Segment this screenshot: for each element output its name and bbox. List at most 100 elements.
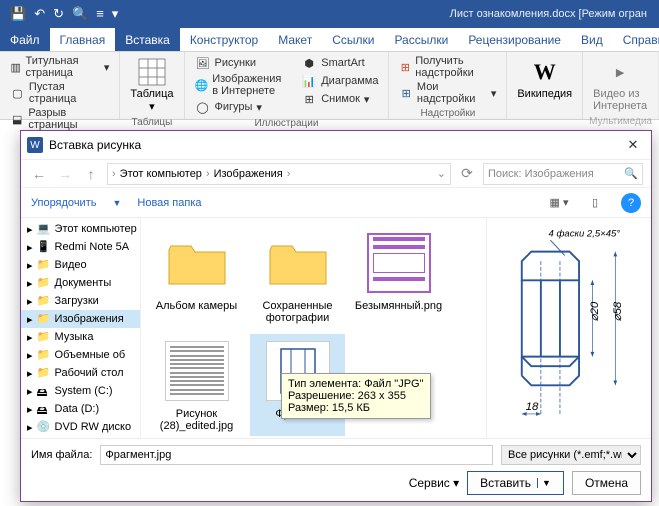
tree-item[interactable]: ▸📁Рабочий стол [21, 364, 140, 382]
tab-review[interactable]: Рецензирование [458, 28, 571, 51]
chevron-down-icon[interactable]: ▾ [112, 6, 119, 22]
group-label-addins: Надстройки [395, 106, 500, 121]
wikipedia-button[interactable]: WВикипедия [513, 54, 576, 115]
dialog-toolbar: Упорядочить▼ Новая папка ▦ ▾ ▯ ? [21, 187, 651, 217]
chevron-down-icon[interactable]: ⌄ [437, 167, 446, 180]
online-video-button[interactable]: ▶Видео из Интернета [589, 54, 651, 114]
screenshot-icon: ⊞ [301, 91, 317, 107]
file-tooltip: Тип элемента: Файл "JPG" Разрешение: 263… [281, 373, 431, 419]
tree-item[interactable]: ▸💿DVD RW диско [21, 418, 140, 436]
page-icon: ▥ [10, 59, 21, 75]
tree-item[interactable]: ▸📁Документы [21, 274, 140, 292]
svg-text:18: 18 [525, 401, 538, 413]
file-list: Альбом камерыСохраненные фотографииБезым… [141, 218, 486, 438]
blank-page-button[interactable]: ▢Пустая страница [6, 80, 113, 106]
chart-button[interactable]: 📊Диаграмма [297, 72, 382, 90]
tree-item[interactable]: ▸📁Музыка [21, 328, 140, 346]
tree-item[interactable]: ▸📁Изображения [21, 310, 140, 328]
file-item[interactable]: Рисунок (28)_edited.jpg [149, 334, 244, 436]
table-icon [136, 56, 168, 88]
tab-references[interactable]: Ссылки [322, 28, 384, 51]
title-bar: 💾 ↶ ↻ 🔍 ≡ ▾ Лист ознакомления.docx [Режи… [0, 0, 659, 28]
tree-item[interactable]: ▸💻Этот компьютер [21, 220, 140, 238]
get-addins-button[interactable]: ⊞Получить надстройки [395, 54, 500, 80]
store-icon: ⊞ [399, 59, 411, 75]
up-button[interactable]: ↑ [81, 164, 101, 184]
file-item[interactable]: Безымянный.png [351, 226, 446, 328]
breadcrumb[interactable]: › Этот компьютер › Изображения › ⌄ [107, 163, 451, 185]
smartart-icon: ⬢ [301, 55, 317, 71]
online-picture-icon: 🌐 [195, 77, 209, 93]
table-button[interactable]: Таблица ▾ [126, 54, 177, 115]
preview-icon[interactable]: 🔍 [72, 6, 88, 22]
group-label-tables: Таблицы [126, 115, 177, 130]
refresh-button[interactable]: ⟳ [457, 164, 477, 184]
tab-help[interactable]: Справка [613, 28, 659, 51]
tree-item[interactable]: ▸🖴System (C:) [21, 382, 140, 400]
blank-page-icon: ▢ [10, 85, 25, 101]
cover-page-button[interactable]: ▥Титульная страница ▾ [6, 54, 113, 80]
redo-icon[interactable]: ↻ [53, 6, 64, 22]
search-input[interactable]: Поиск: Изображения 🔍 [483, 163, 643, 185]
tab-design[interactable]: Конструктор [180, 28, 268, 51]
undo-icon[interactable]: ↶ [34, 6, 45, 22]
dialog-title: Вставка рисунка [43, 138, 621, 152]
file-name-label: Имя файла: [31, 449, 92, 461]
tree-item[interactable]: ▸📁Загрузки [21, 292, 140, 310]
forward-button[interactable]: → [55, 164, 75, 184]
shapes-icon: ◯ [195, 99, 211, 115]
screenshot-button[interactable]: ⊞Снимок ▾ [297, 90, 382, 108]
tree-item[interactable]: ▸📱Redmi Note 5A [21, 238, 140, 256]
ribbon-group-pages: ▥Титульная страница ▾ ▢Пустая страница ⬓… [0, 52, 120, 119]
page-break-button[interactable]: ⬓Разрыв страницы [6, 106, 113, 132]
online-pictures-button[interactable]: 🌐Изображения в Интернете [191, 72, 294, 98]
insert-button[interactable]: Вставить▼ [467, 471, 564, 495]
file-item[interactable]: Сохраненные фотографии [250, 226, 345, 328]
save-icon[interactable]: 💾 [10, 6, 26, 22]
picture-icon: 🖼 [195, 55, 211, 71]
tab-layout[interactable]: Макет [268, 28, 322, 51]
help-button[interactable]: ? [621, 193, 641, 213]
cancel-button[interactable]: Отмена [572, 471, 641, 495]
ribbon-group-addins: ⊞Получить надстройки ⊞Мои надстройки ▾ Н… [389, 52, 507, 119]
preview-label-top: 4 фаски 2,5×45° [548, 228, 620, 239]
tree-item[interactable]: ▸📁Видео [21, 256, 140, 274]
folder-tree: ▸💻Этот компьютер▸📱Redmi Note 5A▸📁Видео▸📁… [21, 218, 141, 438]
svg-text:⌀20: ⌀20 [589, 301, 601, 321]
search-icon: 🔍 [624, 167, 638, 180]
tree-item[interactable]: ▸🖴Data (D:) [21, 400, 140, 418]
view-mode-button[interactable]: ▦ ▾ [549, 193, 569, 213]
ribbon-group-media: ▶Видео из Интернета Мультимедиа [583, 52, 659, 119]
back-button[interactable]: ← [29, 164, 49, 184]
dialog-nav-bar: ← → ↑ › Этот компьютер › Изображения › ⌄… [21, 159, 651, 187]
dialog-title-bar: W Вставка рисунка ✕ [21, 131, 651, 159]
preview-pane-button[interactable]: ▯ [585, 193, 605, 213]
tab-home[interactable]: Главная [50, 28, 116, 51]
smartart-button[interactable]: ⬢SmartArt [297, 54, 382, 72]
list-icon[interactable]: ≡ [96, 6, 104, 22]
dialog-body: ▸💻Этот компьютер▸📱Redmi Note 5A▸📁Видео▸📁… [21, 217, 651, 438]
tree-item[interactable]: ▸📁Объемные об [21, 346, 140, 364]
tools-button[interactable]: Сервис ▾ [409, 476, 459, 490]
group-label-wiki [513, 115, 576, 119]
organize-button[interactable]: Упорядочить [31, 197, 96, 209]
tab-insert[interactable]: Вставка [115, 28, 180, 51]
ribbon-content: ▥Титульная страница ▾ ▢Пустая страница ⬓… [0, 52, 659, 120]
page-break-icon: ⬓ [10, 111, 24, 127]
preview-pane: 4 фаски 2,5×45° ⌀20 ⌀58 18 [486, 218, 651, 438]
tab-file[interactable]: Файл [0, 28, 50, 51]
ribbon-group-wiki: WВикипедия [507, 52, 583, 119]
group-label-media: Мультимедиа [589, 114, 652, 129]
group-label-illustrations: Иллюстрации [191, 116, 383, 131]
word-icon: W [27, 137, 43, 153]
tab-view[interactable]: Вид [571, 28, 613, 51]
my-addins-button[interactable]: ⊞Мои надстройки ▾ [395, 80, 500, 106]
file-filter-select[interactable]: Все рисунки (*.emf;*.wmf;*.jpg [501, 445, 641, 465]
file-item[interactable]: Альбом камеры [149, 226, 244, 328]
tab-mailings[interactable]: Рассылки [384, 28, 458, 51]
close-button[interactable]: ✕ [621, 137, 645, 153]
pictures-button[interactable]: 🖼Рисунки [191, 54, 294, 72]
file-name-input[interactable] [100, 445, 493, 465]
shapes-button[interactable]: ◯Фигуры ▾ [191, 98, 294, 116]
new-folder-button[interactable]: Новая папка [137, 197, 201, 209]
